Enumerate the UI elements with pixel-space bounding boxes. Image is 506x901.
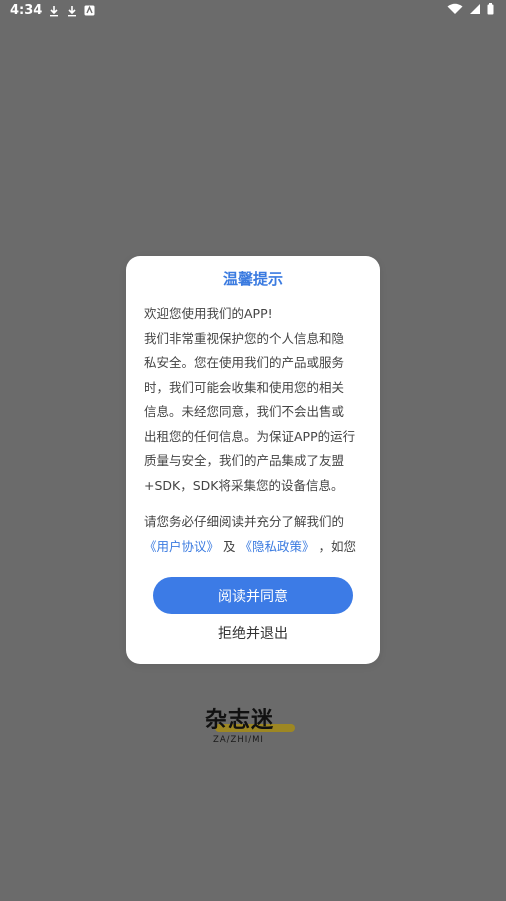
status-left: 4:34 bbox=[10, 3, 95, 18]
body-line: 我们非常重视保护您的个人信息和隐 bbox=[144, 330, 345, 346]
read-notice: 请您务必仔细阅读并充分了解我们的 bbox=[144, 514, 345, 529]
signal-icon bbox=[469, 3, 481, 15]
body-line: 时，我们可能会收集和使用您的相关 bbox=[144, 379, 345, 395]
user-agreement-link[interactable]: 《用户协议》 bbox=[144, 539, 219, 554]
accessibility-icon bbox=[84, 5, 95, 16]
link-suffix-text: ，如您 bbox=[318, 538, 357, 554]
download-icon bbox=[66, 5, 78, 17]
privacy-policy-link[interactable]: 《隐私政策》 bbox=[240, 539, 315, 554]
body-line: 信息。未经您同意，我们不会出售或 bbox=[144, 404, 345, 419]
battery-icon bbox=[487, 3, 494, 15]
policy-links-line: 《用户协议》 及 《隐私政策》 ，如您 bbox=[144, 535, 366, 554]
body-line: 出租您的任何信息。为保证APP的运行 bbox=[144, 428, 356, 444]
status-bar: 4:34 bbox=[0, 0, 506, 22]
status-right bbox=[447, 3, 494, 15]
wifi-icon bbox=[447, 3, 463, 15]
link-and-text: 及 bbox=[223, 538, 236, 554]
status-time: 4:34 bbox=[10, 3, 43, 18]
body-line: 欢迎您使用我们的APP! bbox=[144, 306, 273, 321]
dialog-title: 温馨提示 bbox=[222, 270, 283, 288]
body-line: 私安全。您在使用我们的产品或服务 bbox=[144, 355, 345, 370]
app-logo-title: 杂志迷 bbox=[205, 708, 275, 733]
download-icon bbox=[48, 5, 60, 17]
body-line: +SDK，SDK将采集您的设备信息。 bbox=[144, 477, 344, 493]
app-logo: 杂志迷 ZA/ZHI/MI bbox=[205, 702, 301, 748]
body-line: 质量与安全，我们的产品集成了友盟 bbox=[144, 453, 345, 468]
reject-button[interactable]: 拒绝并退出 bbox=[126, 623, 380, 643]
privacy-dialog: 温馨提示 欢迎您使用我们的APP! 我们非常重视保护您的个人信息和隐 私安全。您… bbox=[126, 256, 380, 664]
agree-button[interactable]: 阅读并同意 bbox=[153, 577, 353, 614]
app-logo-subtitle: ZA/ZHI/MI bbox=[213, 735, 264, 745]
dialog-body[interactable]: 欢迎您使用我们的APP! 我们非常重视保护您的个人信息和隐 私安全。您在使用我们… bbox=[144, 302, 366, 553]
